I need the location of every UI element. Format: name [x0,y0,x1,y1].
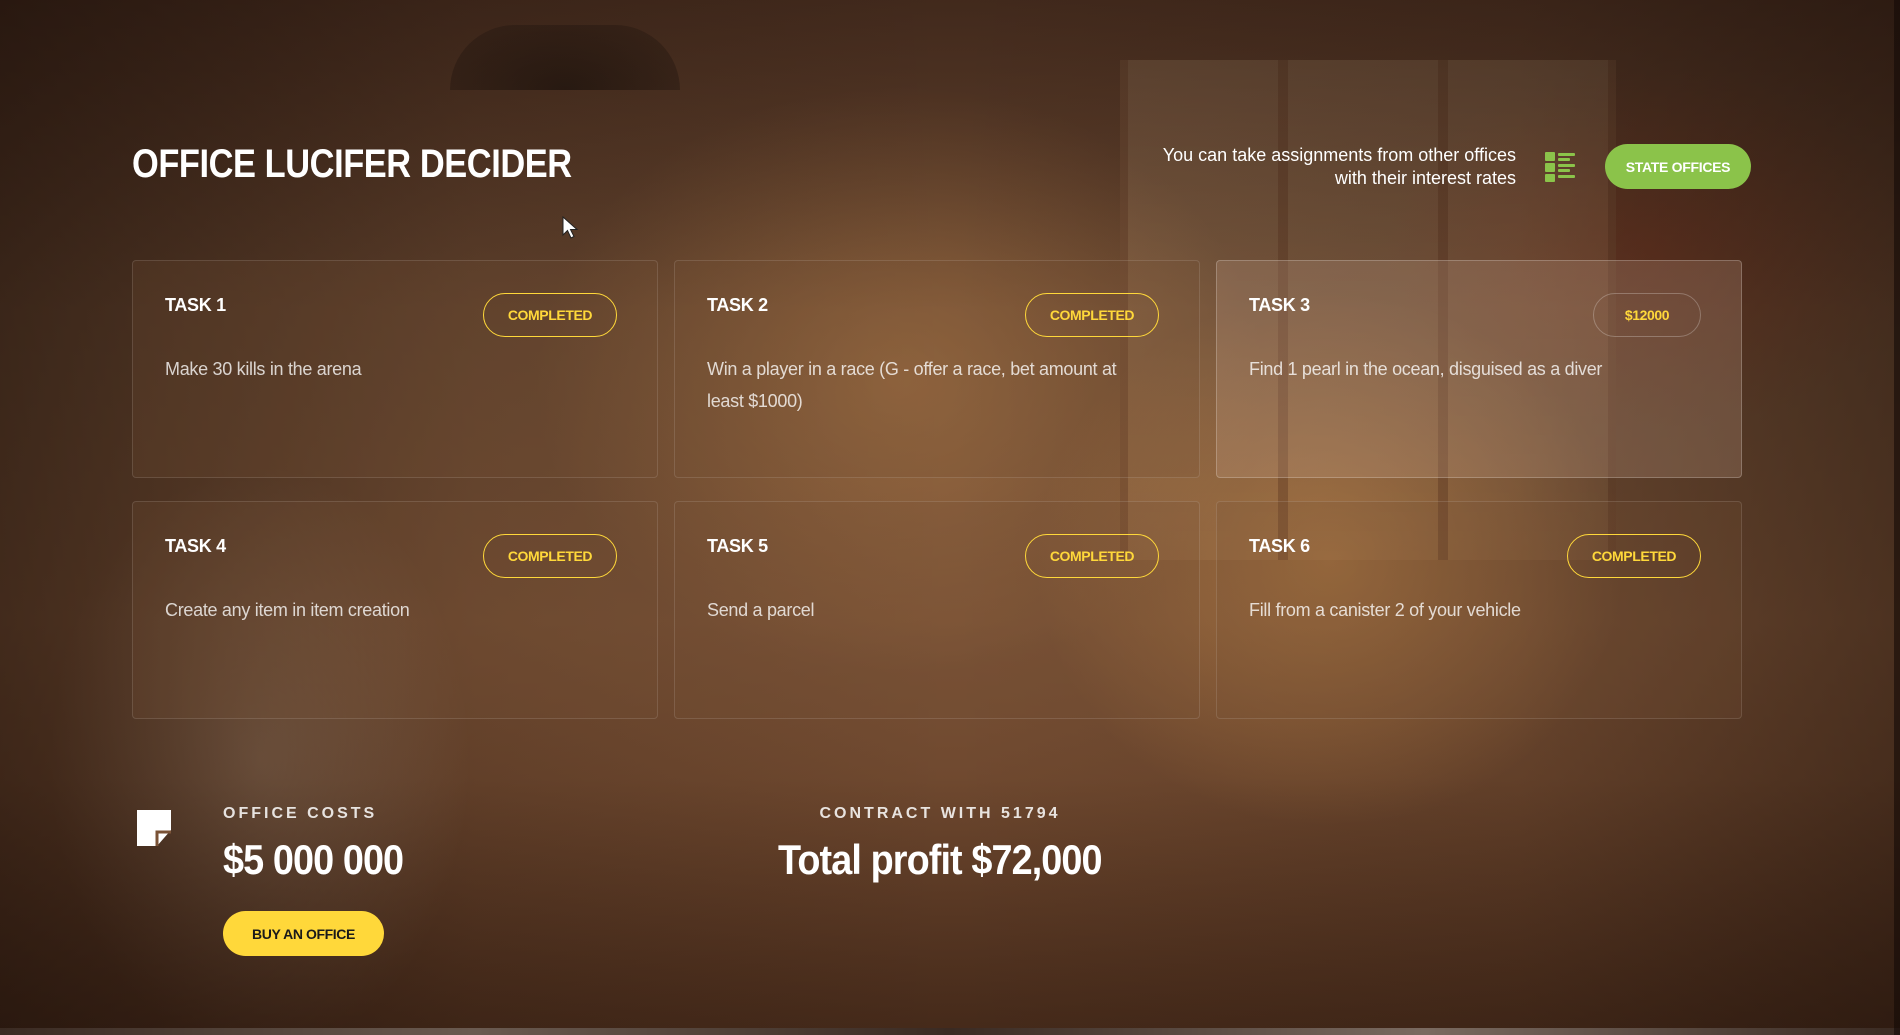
task-description: Find 1 pearl in the ocean, disguised as … [1249,359,1603,379]
task-status-badge: COMPLETED [1567,534,1701,578]
task-card[interactable]: TASK 2 COMPLETED Win a player in a race … [674,260,1200,478]
task-status-badge: COMPLETED [1025,293,1159,337]
state-offices-button[interactable]: STATE OFFICES [1605,144,1751,189]
bottom-edge [0,1028,1900,1035]
contract-label: CONTRACT WITH 51794 [819,805,1061,822]
task-title: TASK 3 [1249,295,1310,315]
mouse-cursor-icon [562,216,579,239]
task-status-badge: COMPLETED [483,293,617,337]
task-title: TASK 6 [1249,536,1310,556]
background-lamp [450,25,680,90]
office-costs-value: $5 000 000 [223,836,404,883]
task-card[interactable]: TASK 4 COMPLETED Create any item in item… [132,501,658,719]
buy-office-button[interactable]: BUY AN OFFICE [223,911,384,956]
task-card[interactable]: TASK 3 $12000 Find 1 pearl in the ocean,… [1216,260,1742,478]
task-title: TASK 2 [707,295,768,315]
info-text-line-1: You can take assignments from other offi… [1162,145,1516,165]
total-profit: Total profit $72,000 [690,836,1190,884]
task-title: TASK 5 [707,536,768,556]
task-description: Create any item in item creation [165,600,410,620]
task-description: Win a player in a race (G - offer a race… [707,359,1117,411]
task-description: Make 30 kills in the arena [165,359,362,379]
task-status-badge: COMPLETED [483,534,617,578]
task-title: TASK 4 [165,536,226,556]
task-grid: TASK 1 COMPLETED Make 30 kills in the ar… [132,260,1744,722]
total-profit-text: Total profit $72,000 [778,836,1103,883]
task-status-badge: COMPLETED [1025,534,1159,578]
task-card[interactable]: TASK 5 COMPLETED Send a parcel [674,501,1200,719]
right-edge [1894,0,1900,1035]
sticky-note-icon [137,810,171,846]
task-description: Send a parcel [707,600,815,620]
info-text: You can take assignments from other offi… [1156,144,1516,190]
office-costs-label: OFFICE COSTS [223,805,378,822]
task-title: TASK 1 [165,295,226,315]
list-grid-icon[interactable] [1545,152,1575,182]
task-reward-badge: $12000 [1593,293,1701,337]
task-card[interactable]: TASK 1 COMPLETED Make 30 kills in the ar… [132,260,658,478]
task-card[interactable]: TASK 6 COMPLETED Fill from a canister 2 … [1216,501,1742,719]
info-text-line-2: with their interest rates [1334,168,1516,188]
task-description: Fill from a canister 2 of your vehicle [1249,600,1521,620]
page-title: OFFICE LUCIFER DECIDER [132,142,572,186]
